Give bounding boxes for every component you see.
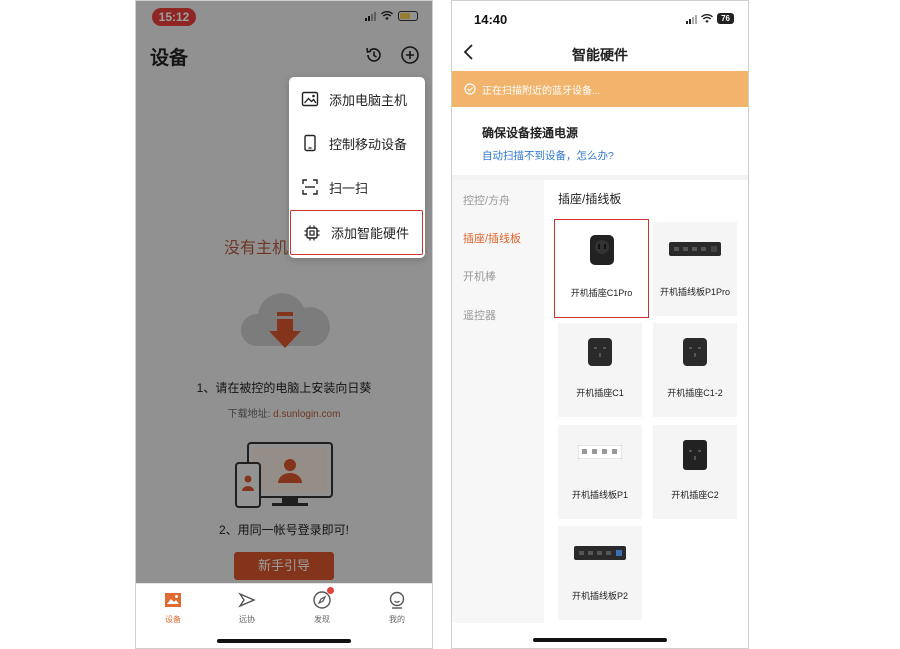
- bottom-safe-area: [452, 623, 748, 648]
- product-card-socket-c1[interactable]: 开机插座C1: [558, 323, 642, 417]
- power-strip-p1pro-icon: [669, 242, 721, 256]
- product-label: 开机插线板P1: [571, 490, 628, 500]
- wifi-icon: [701, 13, 714, 23]
- product-label: 开机插线板P1Pro: [659, 287, 730, 297]
- section-title: 插座/插线板: [558, 192, 622, 206]
- add-menu-dropdown: 添加电脑主机 控制移动设备 扫一扫 添加智能硬件: [289, 77, 425, 258]
- page-title: 智能硬件: [572, 47, 628, 63]
- tab-label: 发现: [314, 615, 330, 624]
- product-card-socket-c1-2[interactable]: 开机插座C1-2: [653, 323, 737, 417]
- phone-icon: [304, 134, 316, 152]
- loading-icon: [464, 83, 476, 95]
- power-hint-title: 确保设备接通电源: [482, 126, 579, 140]
- image-icon: [301, 91, 319, 107]
- socket-c1pro-icon: [589, 235, 614, 265]
- scan-help-link[interactable]: 自动扫描不到设备，怎么办?: [482, 148, 614, 163]
- product-card-socket-c1pro[interactable]: 开机插座C1Pro: [554, 219, 649, 318]
- tab-remote-assist[interactable]: 远协: [222, 590, 272, 625]
- signal-icon: [686, 14, 698, 24]
- tab-profile[interactable]: 我的: [372, 590, 422, 625]
- scanning-banner: 正在扫描附近的蓝牙设备...: [452, 71, 748, 107]
- product-card-power-strip-p2[interactable]: 开机插线板P2: [558, 526, 642, 620]
- notification-badge: [327, 587, 334, 594]
- product-card-power-strip-p1[interactable]: 开机插线板P1: [558, 425, 642, 519]
- chip-icon: [304, 225, 320, 240]
- tab-label: 我的: [389, 615, 405, 624]
- socket-c2-icon: [683, 440, 707, 470]
- product-card-power-strip-p1pro[interactable]: 开机插线板P1Pro: [653, 222, 737, 316]
- device-icon: [165, 593, 181, 607]
- menu-item-scan[interactable]: 扫一扫: [289, 165, 425, 209]
- home-indicator: [217, 639, 351, 643]
- scanning-text: 正在扫描附近的蓝牙设备...: [482, 85, 601, 97]
- product-label: 开机插座C1: [576, 388, 624, 398]
- profile-icon: [389, 591, 405, 609]
- menu-item-add-computer[interactable]: 添加电脑主机: [289, 77, 425, 121]
- category-item[interactable]: 控控/方舟: [463, 192, 510, 208]
- menu-item-label: 添加电脑主机: [329, 92, 408, 108]
- socket-c1-2-icon: [683, 338, 707, 366]
- remote-icon: [238, 592, 256, 608]
- home-indicator: [533, 638, 667, 642]
- status-icons: 76: [686, 13, 734, 24]
- tab-devices[interactable]: 设备: [148, 590, 198, 625]
- menu-item-add-smart-hardware[interactable]: 添加智能硬件: [290, 210, 423, 255]
- product-card-socket-c2[interactable]: 开机插座C2: [653, 425, 737, 519]
- tab-label: 远协: [239, 615, 255, 624]
- product-label: 开机插座C1Pro: [570, 288, 633, 298]
- right-phone-screen: 14:40 76 智能硬件 正在扫描附近的蓝牙设备... 确保设备接通电源 自动…: [451, 0, 749, 649]
- bottom-tab-bar: 设备 远协 发现 我的: [136, 583, 432, 648]
- category-item[interactable]: 遥控器: [463, 307, 496, 323]
- product-label: 开机插座C2: [671, 490, 719, 500]
- tab-label: 设备: [165, 615, 181, 624]
- left-phone-screen: 15:12 设备 没有主机 1、请在被控的电脑上安装向日葵 下载地址: d.su…: [135, 0, 433, 649]
- category-sidebar: 控控/方舟 插座/插线板 开机棒 遥控器: [452, 180, 544, 623]
- category-item-active[interactable]: 插座/插线板: [463, 230, 521, 246]
- scan-icon: [302, 179, 318, 195]
- battery-level: 76: [717, 13, 734, 24]
- menu-item-control-mobile[interactable]: 控制移动设备: [289, 121, 425, 165]
- power-strip-p2-icon: [574, 546, 626, 560]
- menu-item-label: 控制移动设备: [329, 136, 408, 152]
- product-label: 开机插座C1-2: [667, 388, 723, 398]
- product-label: 开机插线板P2: [571, 591, 628, 601]
- category-item[interactable]: 开机棒: [463, 268, 496, 284]
- status-time: 14:40: [474, 12, 508, 27]
- power-strip-p1-icon: [578, 445, 622, 459]
- menu-item-label: 添加智能硬件: [331, 226, 410, 241]
- menu-item-label: 扫一扫: [329, 180, 369, 196]
- tab-discover[interactable]: 发现: [297, 587, 347, 625]
- socket-c1-icon: [588, 338, 612, 366]
